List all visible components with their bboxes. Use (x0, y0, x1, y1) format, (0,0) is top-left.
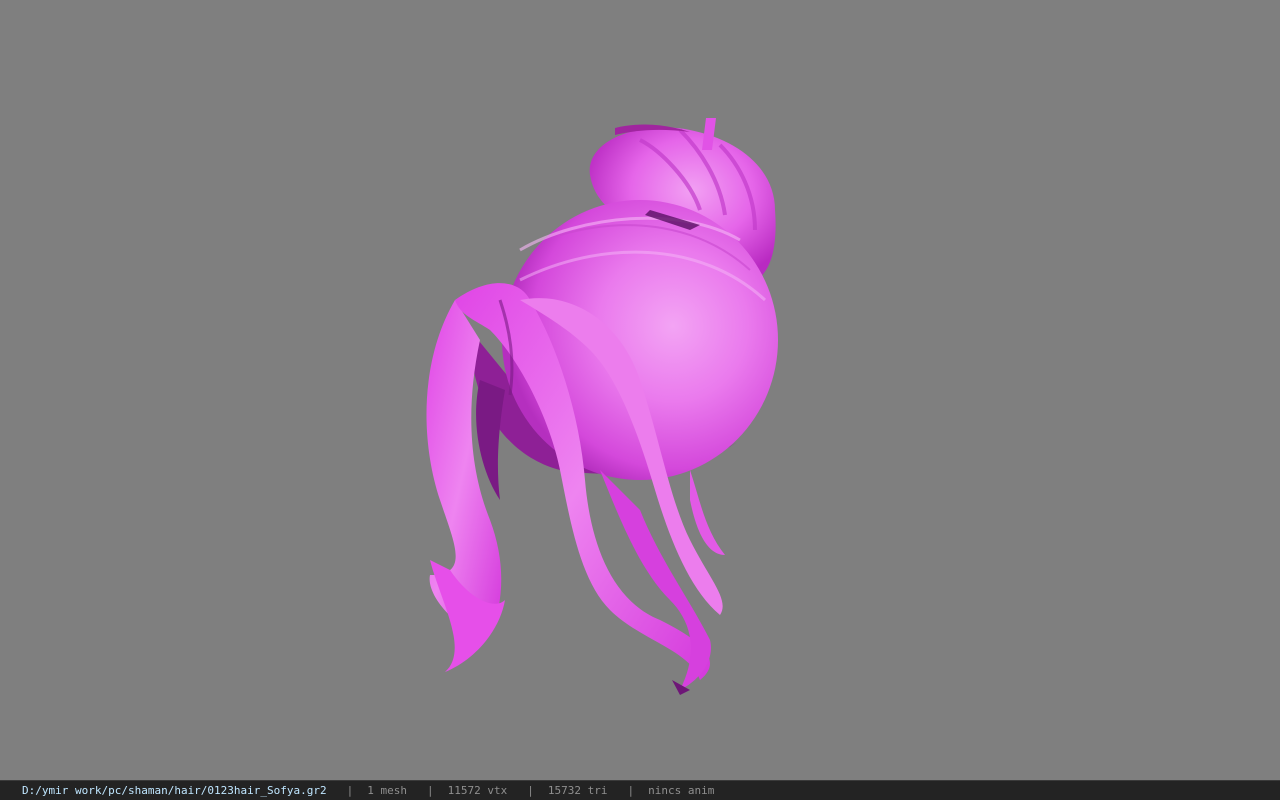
file-path: D:/ymir work/pc/shaman/hair/0123hair_Sof… (22, 784, 327, 797)
3d-viewport[interactable] (0, 0, 1280, 780)
separator: | (527, 784, 534, 797)
separator: | (346, 784, 354, 797)
separator: | (427, 784, 434, 797)
anim-status: nincs anim (648, 784, 715, 797)
triangle-count: 15732 tri (547, 784, 608, 797)
hair-strand-right-short (690, 470, 725, 555)
hair-strand-left-shadow (476, 380, 505, 500)
separator: | (627, 784, 635, 797)
hair-model-render (426, 118, 778, 695)
vertex-count: 11572 vtx (447, 784, 508, 797)
mesh-count: 1 mesh (367, 784, 408, 797)
status-bar: D:/ymir work/pc/shaman/hair/0123hair_Sof… (0, 780, 1280, 800)
